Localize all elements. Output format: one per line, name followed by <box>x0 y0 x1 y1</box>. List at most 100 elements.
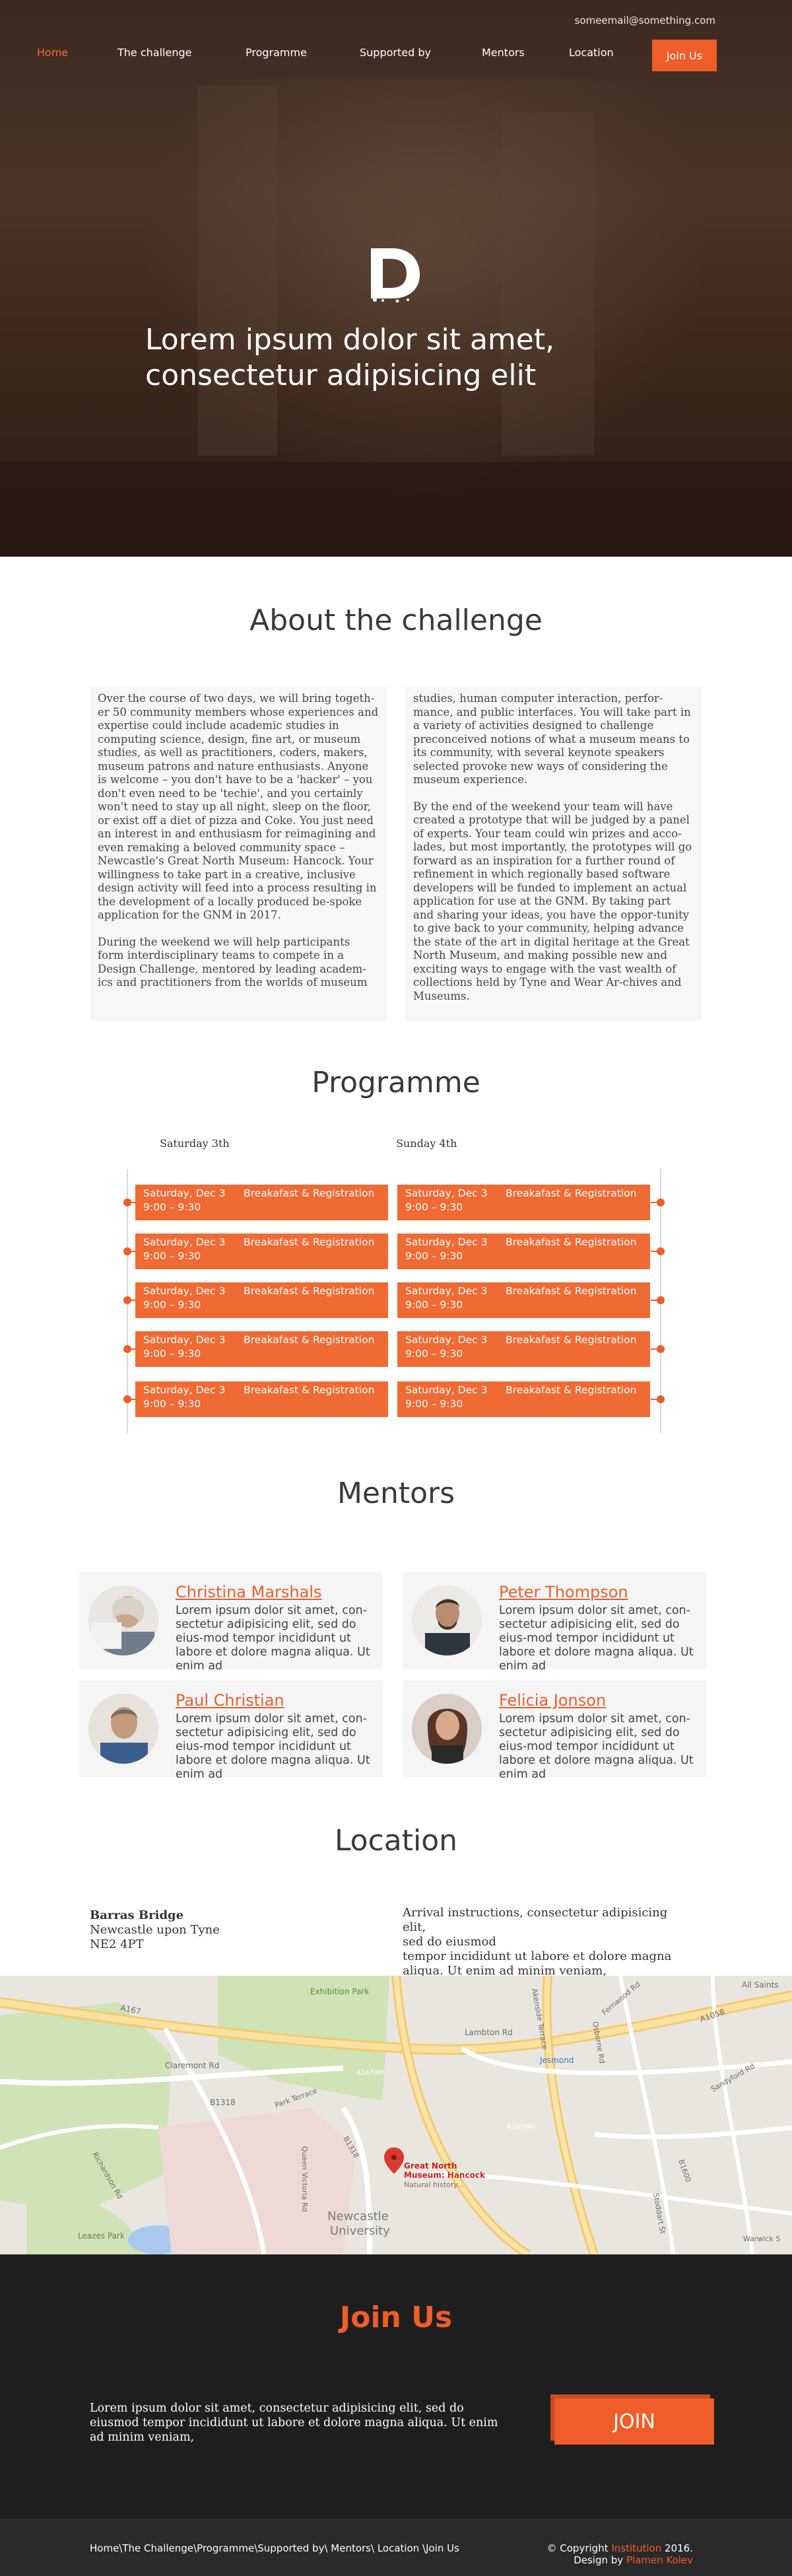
location-venue: Barras Bridge <box>90 1908 184 1922</box>
mentor-card: Peter Thompson Lorem ipsum dolor sit ame… <box>403 1572 706 1673</box>
mentor-name[interactable]: Paul Christian <box>176 1691 284 1710</box>
design-by-prefix: Design by <box>574 2554 626 2566</box>
programme-item[interactable]: Saturday, Dec 3 Breakafast & Registration… <box>135 1282 388 1318</box>
timeline-dot-icon <box>657 1247 665 1255</box>
map-label-all-saints: All Saints <box>742 1980 779 1990</box>
programme-item[interactable]: Saturday, Dec 3 Breakafast & Registration… <box>397 1185 650 1220</box>
programme-item[interactable]: Saturday, Dec 3 Breakafast & Registration… <box>135 1381 388 1417</box>
programme-item-time: 9:00 – 9:30 <box>405 1250 463 1262</box>
location-address: Barras Bridge Newcastle upon Tyne NE2 4P… <box>90 1908 220 1952</box>
timeline-connector <box>129 1300 136 1301</box>
programme-item[interactable]: Saturday, Dec 3 Breakafast & Registration… <box>397 1381 650 1417</box>
copyright-prefix: © Copyright <box>546 2542 612 2554</box>
copyright-institution-link[interactable]: Institution <box>611 2542 661 2554</box>
programme-item-date: Saturday, Dec 3 <box>143 1334 226 1346</box>
programme-item-event: Breakafast & Registration <box>506 1285 637 1297</box>
map-label-leazes-park: Leazes Park <box>78 2231 125 2241</box>
nav-supported-by[interactable]: Supported by <box>360 46 431 59</box>
about-right-paragraph-2: By the end of the weekend your team will… <box>413 800 692 1002</box>
mentor-name[interactable]: Christina Marshals <box>176 1583 322 1601</box>
nav-mentors[interactable]: Mentors <box>482 46 525 59</box>
hero-title: Lorem ipsum dolor sit amet, consectetur … <box>145 322 673 394</box>
footer-links[interactable]: Home\The Challenge\Programme\Supported b… <box>90 2542 459 2554</box>
mentor-bio: Lorem ipsum dolor sit amet, con-sectetur… <box>499 1712 694 1781</box>
timeline-connector <box>129 1399 136 1400</box>
mentor-name[interactable]: Felicia Jonson <box>499 1691 606 1710</box>
programme-item[interactable]: Saturday, Dec 3 Breakafast & Registration… <box>135 1185 388 1220</box>
programme-item-event: Breakafast & Registration <box>506 1187 637 1199</box>
programme-item-date: Saturday, Dec 3 <box>143 1236 226 1248</box>
programme-item[interactable]: Saturday, Dec 3 Breakafast & Registration… <box>135 1234 388 1269</box>
about-right-column: studies, human computer interaction, per… <box>405 687 702 1021</box>
about-left-paragraph-2: During the weekend we will help particip… <box>98 935 368 989</box>
map-label-b1318: B1318 <box>210 2098 236 2107</box>
mentor-avatar <box>412 1694 482 1764</box>
programme-item[interactable]: Saturday, Dec 3 Breakafast & Registration… <box>397 1282 650 1318</box>
designer-link[interactable]: Plamen Kolev <box>626 2554 693 2566</box>
timeline-connector <box>651 1348 657 1350</box>
mentor-avatar <box>88 1694 158 1764</box>
about-title: About the challenge <box>249 604 543 637</box>
programme-item-event: Breakafast & Registration <box>506 1334 637 1346</box>
map-canvas[interactable]: Great North Museum: Hancock Natural hist… <box>0 1976 792 2254</box>
arrival-line-1: Arrival instructions, consectetur adipis… <box>403 1906 668 1934</box>
programme-item-event: Breakafast & Registration <box>506 1384 637 1396</box>
about-left-column: Over the course of two days, we will bri… <box>90 687 387 1021</box>
programme-item-time: 9:00 – 9:30 <box>143 1250 201 1262</box>
programme-day1-label: Saturday 3th <box>160 1137 230 1150</box>
programme-item[interactable]: Saturday, Dec 3 Breakafast & Registration… <box>397 1331 650 1367</box>
programme-item-event: Breakafast & Registration <box>244 1285 375 1297</box>
copyright-suffix: 2016. <box>661 2542 693 2554</box>
join-text: Lorem ipsum dolor sit amet, consectetur … <box>90 2402 498 2444</box>
programme-item-event: Breakafast & Registration <box>244 1334 375 1346</box>
timeline-connector <box>651 1300 657 1301</box>
map-pin-sub: Natural history... <box>404 2180 464 2189</box>
map-pin-label-1: Great North <box>404 2161 457 2171</box>
header-email[interactable]: someemail@something.com <box>575 15 715 26</box>
hero-background-floor <box>0 462 792 557</box>
programme-title: Programme <box>312 1066 480 1099</box>
location-city: Newcastle upon Tyne <box>90 1923 220 1937</box>
programme-day2-label: Sunday 4th <box>396 1137 457 1150</box>
timeline-dot-icon <box>657 1296 665 1304</box>
programme-item-date: Saturday, Dec 3 <box>143 1384 226 1396</box>
map-label-queen-victoria-rd: Queen Victoria Rd <box>300 2146 309 2212</box>
nav-programme[interactable]: Programme <box>246 46 307 59</box>
programme-item-event: Breakafast & Registration <box>244 1236 375 1248</box>
mentor-bio: Lorem ipsum dolor sit amet, con-sectetur… <box>499 1604 694 1673</box>
programme-item[interactable]: Saturday, Dec 3 Breakafast & Registration… <box>397 1234 650 1269</box>
map-label-a167m: A167(M) <box>356 2070 384 2077</box>
nav-home[interactable]: Home <box>37 46 68 59</box>
hero-section: someemail@something.com Home The challen… <box>0 0 792 557</box>
nav-the-challenge[interactable]: The challenge <box>117 46 191 59</box>
programme-item-time: 9:00 – 9:30 <box>143 1348 201 1360</box>
mentors-title: Mentors <box>337 1477 455 1510</box>
join-title: Join Us <box>339 2301 453 2334</box>
join-button[interactable]: JOIN <box>554 2398 714 2445</box>
hero-background-column-left <box>198 86 277 456</box>
location-map[interactable]: Great North Museum: Hancock Natural hist… <box>0 1976 792 2254</box>
timeline-connector <box>129 1202 136 1203</box>
map-label-warwick: Warwick S <box>743 2235 780 2243</box>
hero-background-column-right <box>502 112 594 456</box>
programme-item-time: 9:00 – 9:30 <box>143 1398 201 1410</box>
mentor-avatar <box>88 1585 158 1655</box>
mentor-bio: Lorem ipsum dolor sit amet, con-sectetur… <box>176 1712 370 1781</box>
programme-item-time: 9:00 – 9:30 <box>405 1299 463 1311</box>
map-pin-label-2: Museum: Hancock <box>404 2171 486 2180</box>
timeline-connector <box>129 1348 136 1350</box>
programme-item-time: 9:00 – 9:30 <box>405 1398 463 1410</box>
nav-join-button[interactable]: Join Us <box>652 40 717 71</box>
map-label-lambton-rd: Lambton Rd <box>465 2028 513 2037</box>
mentor-card: Felicia Jonson Lorem ipsum dolor sit ame… <box>403 1681 706 1781</box>
about-left-paragraph-1: Over the course of two days, we will bri… <box>98 692 379 921</box>
location-title: Location <box>334 1824 458 1858</box>
map-label-a167m-2: A167(M) <box>507 2124 535 2131</box>
programme-item[interactable]: Saturday, Dec 3 Breakafast & Registration… <box>135 1331 388 1367</box>
programme-item-event: Breakafast & Registration <box>506 1236 637 1248</box>
mentor-name[interactable]: Peter Thompson <box>499 1583 628 1601</box>
about-right-paragraph-1: studies, human computer interaction, per… <box>413 692 691 786</box>
programme-item-time: 9:00 – 9:30 <box>143 1201 201 1213</box>
nav-location[interactable]: Location <box>569 46 614 59</box>
programme-item-date: Saturday, Dec 3 <box>405 1384 488 1396</box>
